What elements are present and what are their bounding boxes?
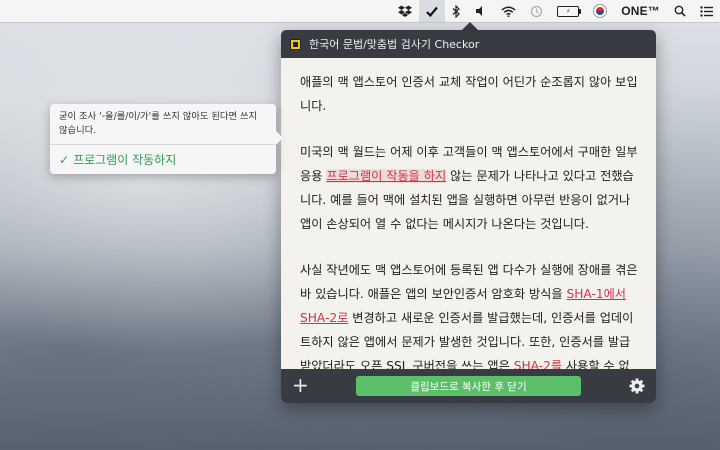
gear-icon[interactable] <box>627 376 647 396</box>
popover-arrow <box>462 22 478 30</box>
text-segment: 애플의 맥 앱스토어 인증서 교체 작업이 어딘가 순조롭지 않아 보입니다. <box>300 75 638 113</box>
check-icon: ✓ <box>59 152 70 167</box>
spelling-error-highlight[interactable]: SHA-1에서 <box>566 287 626 301</box>
input-source-item[interactable] <box>586 0 614 22</box>
suggestion-item[interactable]: ✓ 프로그램이 작동하지 <box>50 145 276 174</box>
bluetooth-icon[interactable] <box>445 0 468 22</box>
menu-bar: ⚡ ONE™ <box>0 0 720 23</box>
notification-center-icon[interactable] <box>693 0 720 22</box>
dropbox-icon[interactable] <box>391 0 419 22</box>
spelling-error-highlight[interactable]: 프로그램이 작동을 하지 <box>326 169 447 183</box>
time-machine-icon[interactable] <box>523 0 550 22</box>
popover-title: 한국어 문법/맞춤법 검사기 Checkor <box>309 38 480 51</box>
user-menu[interactable]: ONE™ <box>614 0 667 22</box>
battery-level: ⚡ <box>557 5 582 17</box>
battery-icon[interactable]: ⚡ <box>550 0 586 22</box>
popover-titlebar: 한국어 문법/맞춤법 검사기 Checkor <box>281 30 656 58</box>
copy-and-close-button[interactable]: 클립보드로 복사한 후 닫기 <box>356 376 581 396</box>
spelling-error-highlight[interactable]: SHA-2로 <box>300 311 348 325</box>
suggestion-message: 굳이 조사 '-을/를/이/가'를 쓰지 않아도 된다면 쓰지 않습니다. <box>59 111 258 136</box>
app-logo-icon <box>290 38 301 50</box>
checkor-icon[interactable] <box>419 0 446 22</box>
add-icon[interactable]: + <box>292 374 309 396</box>
popover-footer: + 클립보드로 복사한 후 닫기 <box>281 369 656 403</box>
korean-flag-icon <box>593 4 608 18</box>
spotlight-icon[interactable] <box>667 0 693 22</box>
wifi-icon[interactable] <box>494 0 523 22</box>
volume-icon[interactable] <box>468 0 494 22</box>
text-paragraph: 애플의 맥 앱스토어 인증서 교체 작업이 어딘가 순조롭지 않아 보입니다. <box>300 70 639 118</box>
text-editor[interactable]: 애플의 맥 앱스토어 인증서 교체 작업이 어딘가 순조롭지 않아 보입니다. 미… <box>281 58 656 397</box>
user-label: ONE™ <box>621 4 660 18</box>
checkor-popover: 한국어 문법/맞춤법 검사기 Checkor 애플의 맥 앱스토어 인증서 교체… <box>281 30 656 403</box>
suggestion-text: 프로그램이 작동하지 <box>73 153 177 167</box>
text-paragraph: 미국의 맥 월드는 어제 이후 고객들이 맥 앱스토어에서 구매한 일부 응용 … <box>300 140 639 236</box>
suggestion-tooltip: 굳이 조사 '-을/를/이/가'를 쓰지 않아도 된다면 쓰지 않습니다. ✓ … <box>50 104 283 174</box>
